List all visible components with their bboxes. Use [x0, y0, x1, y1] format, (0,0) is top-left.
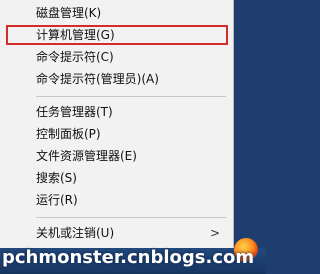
menu-item-run[interactable]: 运行(R)	[6, 190, 228, 210]
context-menu: 磁盘管理(K) 计算机管理(G) 命令提示符(C) 命令提示符(管理员)(A) …	[0, 0, 234, 248]
menu-item-control-panel[interactable]: 控制面板(P)	[6, 124, 228, 144]
menu-item-computer-management[interactable]: 计算机管理(G)	[6, 25, 228, 45]
watermark: pchmonster.cnblogs.com	[2, 247, 255, 268]
menu-separator	[36, 96, 226, 97]
menu-item-search[interactable]: 搜索(S)	[6, 168, 228, 188]
menu-item-shutdown-label: 关机或注销(U)	[36, 226, 115, 240]
menu-item-command-prompt[interactable]: 命令提示符(C)	[6, 47, 228, 67]
menu-item-shutdown-signout[interactable]: 关机或注销(U) >	[6, 223, 228, 243]
menu-item-task-manager[interactable]: 任务管理器(T)	[6, 102, 228, 122]
menu-separator	[36, 217, 226, 218]
menu-item-command-prompt-admin[interactable]: 命令提示符(管理员)(A)	[6, 69, 228, 89]
chevron-right-icon: >	[209, 226, 220, 240]
menu-item-disk-management[interactable]: 磁盘管理(K)	[6, 3, 228, 23]
menu-item-file-explorer[interactable]: 文件资源管理器(E)	[6, 146, 228, 166]
